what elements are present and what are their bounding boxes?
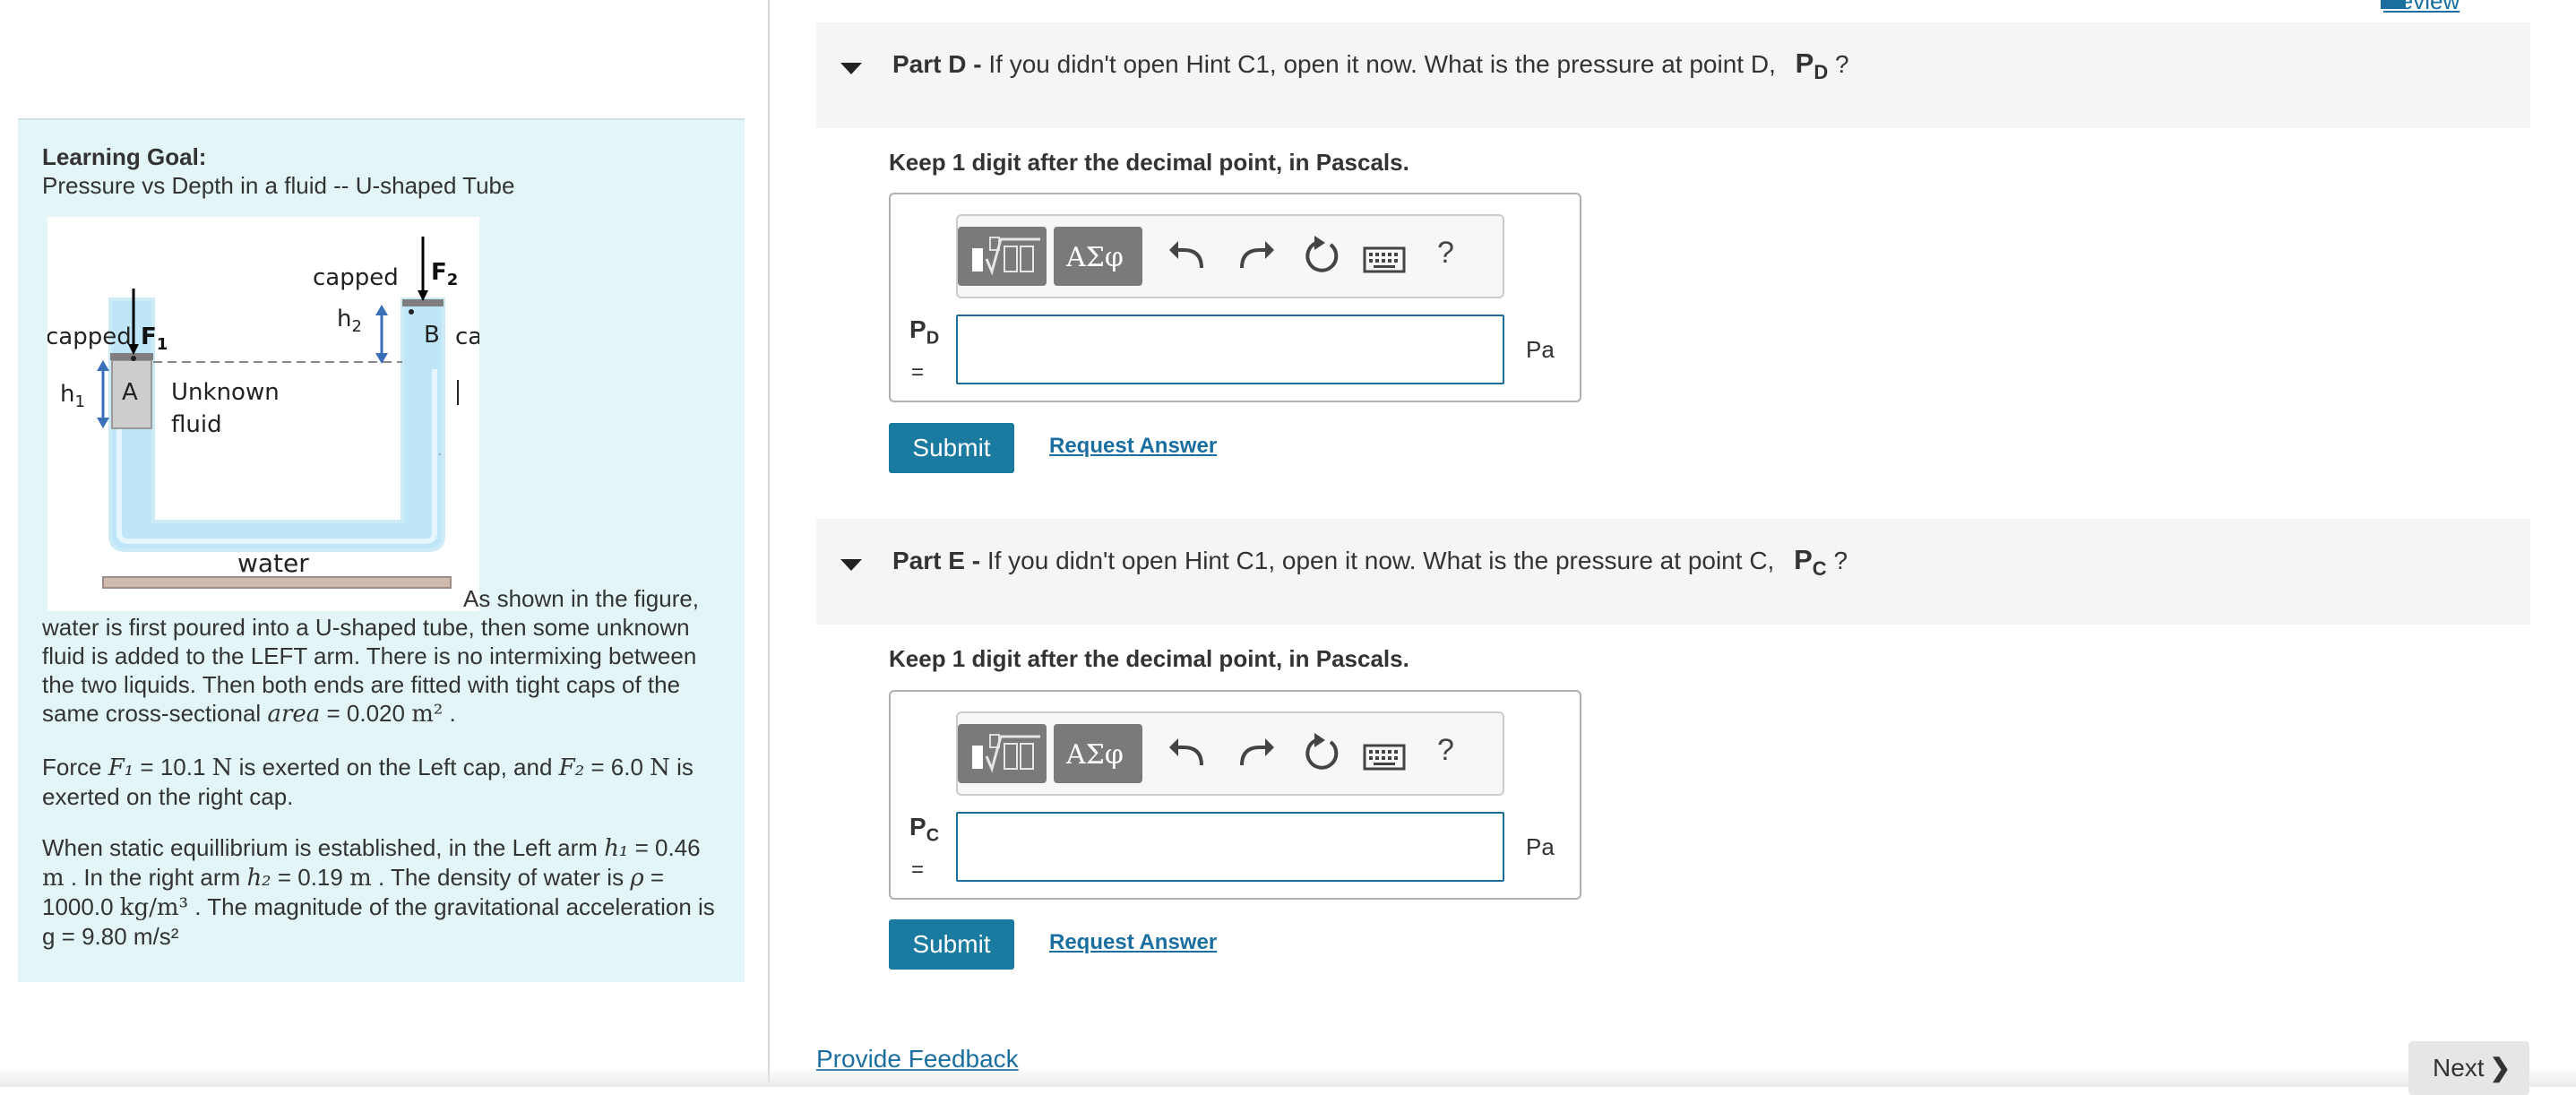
paragraph-2-mid: is exerted on the Left cap, and <box>238 754 553 780</box>
f1-unit: N <box>211 754 233 781</box>
area-variable: area <box>267 701 321 728</box>
templates-button[interactable] <box>958 227 1047 286</box>
left-force-label: F1 <box>141 323 168 354</box>
part-e-submit-button[interactable]: Submit <box>889 919 1014 970</box>
problem-paragraph-2: Force F₁ = 10.1 N is exerted on the Left… <box>42 753 723 811</box>
part-d-input-label: PD = <box>909 315 940 384</box>
reset-icon[interactable] <box>1298 232 1345 279</box>
paragraph-3-mid-1: . In the right arm <box>70 864 241 891</box>
part-e-answer-input[interactable] <box>956 812 1504 882</box>
water-label: water <box>237 548 309 578</box>
part-d-question: Part D - If you didn't open Hint C1, ope… <box>892 47 1849 84</box>
keyboard-icon[interactable] <box>1361 735 1408 781</box>
redo-icon[interactable] <box>1231 232 1278 279</box>
learning-goal-subtitle: Pressure vs Depth in a fluid -- U-shaped… <box>42 172 515 199</box>
part-e-symbol: PC <box>1794 544 1827 581</box>
learning-goal-panel: Learning Goal: Pressure vs Depth in a fl… <box>18 118 745 982</box>
undo-icon[interactable] <box>1166 232 1212 279</box>
greek-symbols-icon: ΑΣφ <box>1065 242 1124 273</box>
math-toolbar: ΑΣφ ? <box>956 711 1504 796</box>
part-e-input-label: PC = <box>909 813 940 882</box>
force-f2-arrow <box>418 237 428 301</box>
bottom-shadow <box>0 1066 2576 1087</box>
paragraph-3-start: When static equillibrium is established,… <box>42 834 598 861</box>
reset-icon[interactable] <box>1298 729 1345 776</box>
next-button[interactable]: Next ❯ <box>2408 1041 2529 1095</box>
templates-button[interactable] <box>958 724 1047 783</box>
part-e-unit: Pa <box>1526 833 1555 860</box>
point-a-label: A <box>122 379 138 406</box>
review-link[interactable]: Review <box>2383 0 2460 15</box>
h1-unit: m <box>42 865 65 892</box>
h2-label: h2 <box>337 306 362 336</box>
point-b-label: B <box>424 322 440 349</box>
greek-symbols-icon: ΑΣφ <box>1065 739 1124 771</box>
part-d-header[interactable]: Part D - If you didn't open Hint C1, ope… <box>816 22 2530 128</box>
learning-goal-title: Learning Goal: <box>42 143 207 170</box>
problem-paragraph-3: When static equillibrium is established,… <box>42 833 723 951</box>
part-d-answer-input[interactable] <box>956 315 1504 384</box>
part-e-question-text: If you didn't open Hint C1, open it now.… <box>986 547 1775 574</box>
f1-variable: F₁ <box>108 754 134 781</box>
part-e-header[interactable]: Part E - If you didn't open Hint C1, ope… <box>816 519 2530 625</box>
collapse-caret-icon[interactable] <box>840 63 862 74</box>
part-d-question-text: If you didn't open Hint C1, open it now.… <box>988 50 1776 78</box>
part-d-instruction: Keep 1 digit after the decimal point, in… <box>889 149 1409 176</box>
keyboard-icon[interactable] <box>1361 237 1408 284</box>
right-cut-label: ca <box>455 323 479 350</box>
part-d-symbol: PD <box>1795 47 1829 84</box>
h1-variable: h₁ <box>604 835 629 862</box>
f2-unit: N <box>650 754 670 781</box>
right-force-label: F2 <box>431 259 458 289</box>
part-d-submit-button[interactable]: Submit <box>889 423 1014 473</box>
part-d-unit: Pa <box>1526 336 1555 363</box>
f2-variable: F₂ <box>558 754 585 781</box>
h2-value: = 0.19 <box>277 864 343 891</box>
unknown-fluid-label: Unknown <box>171 379 280 406</box>
unknown-fluid-label-2: fluid <box>171 411 222 438</box>
greek-symbols-button[interactable]: ΑΣφ <box>1054 227 1142 286</box>
part-d-question-end: ? <box>1835 50 1849 78</box>
part-e-answer-box: ΑΣφ ? PC = Pa <box>889 690 1581 900</box>
next-button-label: Next <box>2433 1054 2485 1082</box>
f2-value: = 6.0 <box>590 754 643 780</box>
h2-variable: h₂ <box>246 865 271 892</box>
part-d-request-answer-link[interactable]: Request Answer <box>1049 434 1217 459</box>
part-e-label: Part E - <box>892 547 981 574</box>
rho-variable: ρ <box>630 865 644 892</box>
redo-icon[interactable] <box>1231 729 1278 776</box>
h1-value: = 0.46 <box>634 834 701 861</box>
area-unit: m² <box>411 701 444 728</box>
f1-value: = 10.1 <box>140 754 206 780</box>
help-icon[interactable]: ? <box>1437 236 1454 271</box>
part-e-request-answer-link[interactable]: Request Answer <box>1049 930 1217 955</box>
column-divider <box>768 0 770 1087</box>
h2-unit: m <box>349 865 372 892</box>
left-cap-label: capped <box>47 323 132 350</box>
u-tube-figure: capped F1 capped F2 h1 h2 A B ca Unknown… <box>46 217 482 611</box>
h2-dimension-arrow <box>375 305 388 364</box>
help-icon[interactable]: ? <box>1437 733 1454 768</box>
part-e-question-end: ? <box>1833 547 1848 574</box>
math-toolbar: ΑΣφ ? <box>956 214 1504 298</box>
paragraph-1-end: . <box>449 700 456 727</box>
rho-unit: kg/m³ <box>119 894 189 921</box>
paragraph-3-mid-2: . The density of water is <box>377 864 625 891</box>
h1-label: h1 <box>60 381 85 411</box>
greek-symbols-button[interactable]: ΑΣφ <box>1054 724 1142 783</box>
area-value: = 0.020 <box>326 700 405 727</box>
paragraph-1-lead: As shown in the figure, <box>463 585 700 612</box>
part-d-answer-box: ΑΣφ ? PD = Pa <box>889 193 1581 402</box>
h1-dimension-arrow <box>97 360 109 428</box>
part-d-label: Part D - <box>892 50 982 78</box>
part-e-instruction: Keep 1 digit after the decimal point, in… <box>889 645 1409 672</box>
paragraph-2-start: Force <box>42 754 102 780</box>
chevron-right-icon: ❯ <box>2489 1054 2511 1082</box>
collapse-caret-icon[interactable] <box>840 559 862 571</box>
right-cap-label: capped <box>313 264 399 291</box>
problem-paragraph-1: As shown in the figure, water is first p… <box>42 584 723 729</box>
part-e-question: Part E - If you didn't open Hint C1, ope… <box>892 544 1848 581</box>
undo-icon[interactable] <box>1166 729 1212 776</box>
